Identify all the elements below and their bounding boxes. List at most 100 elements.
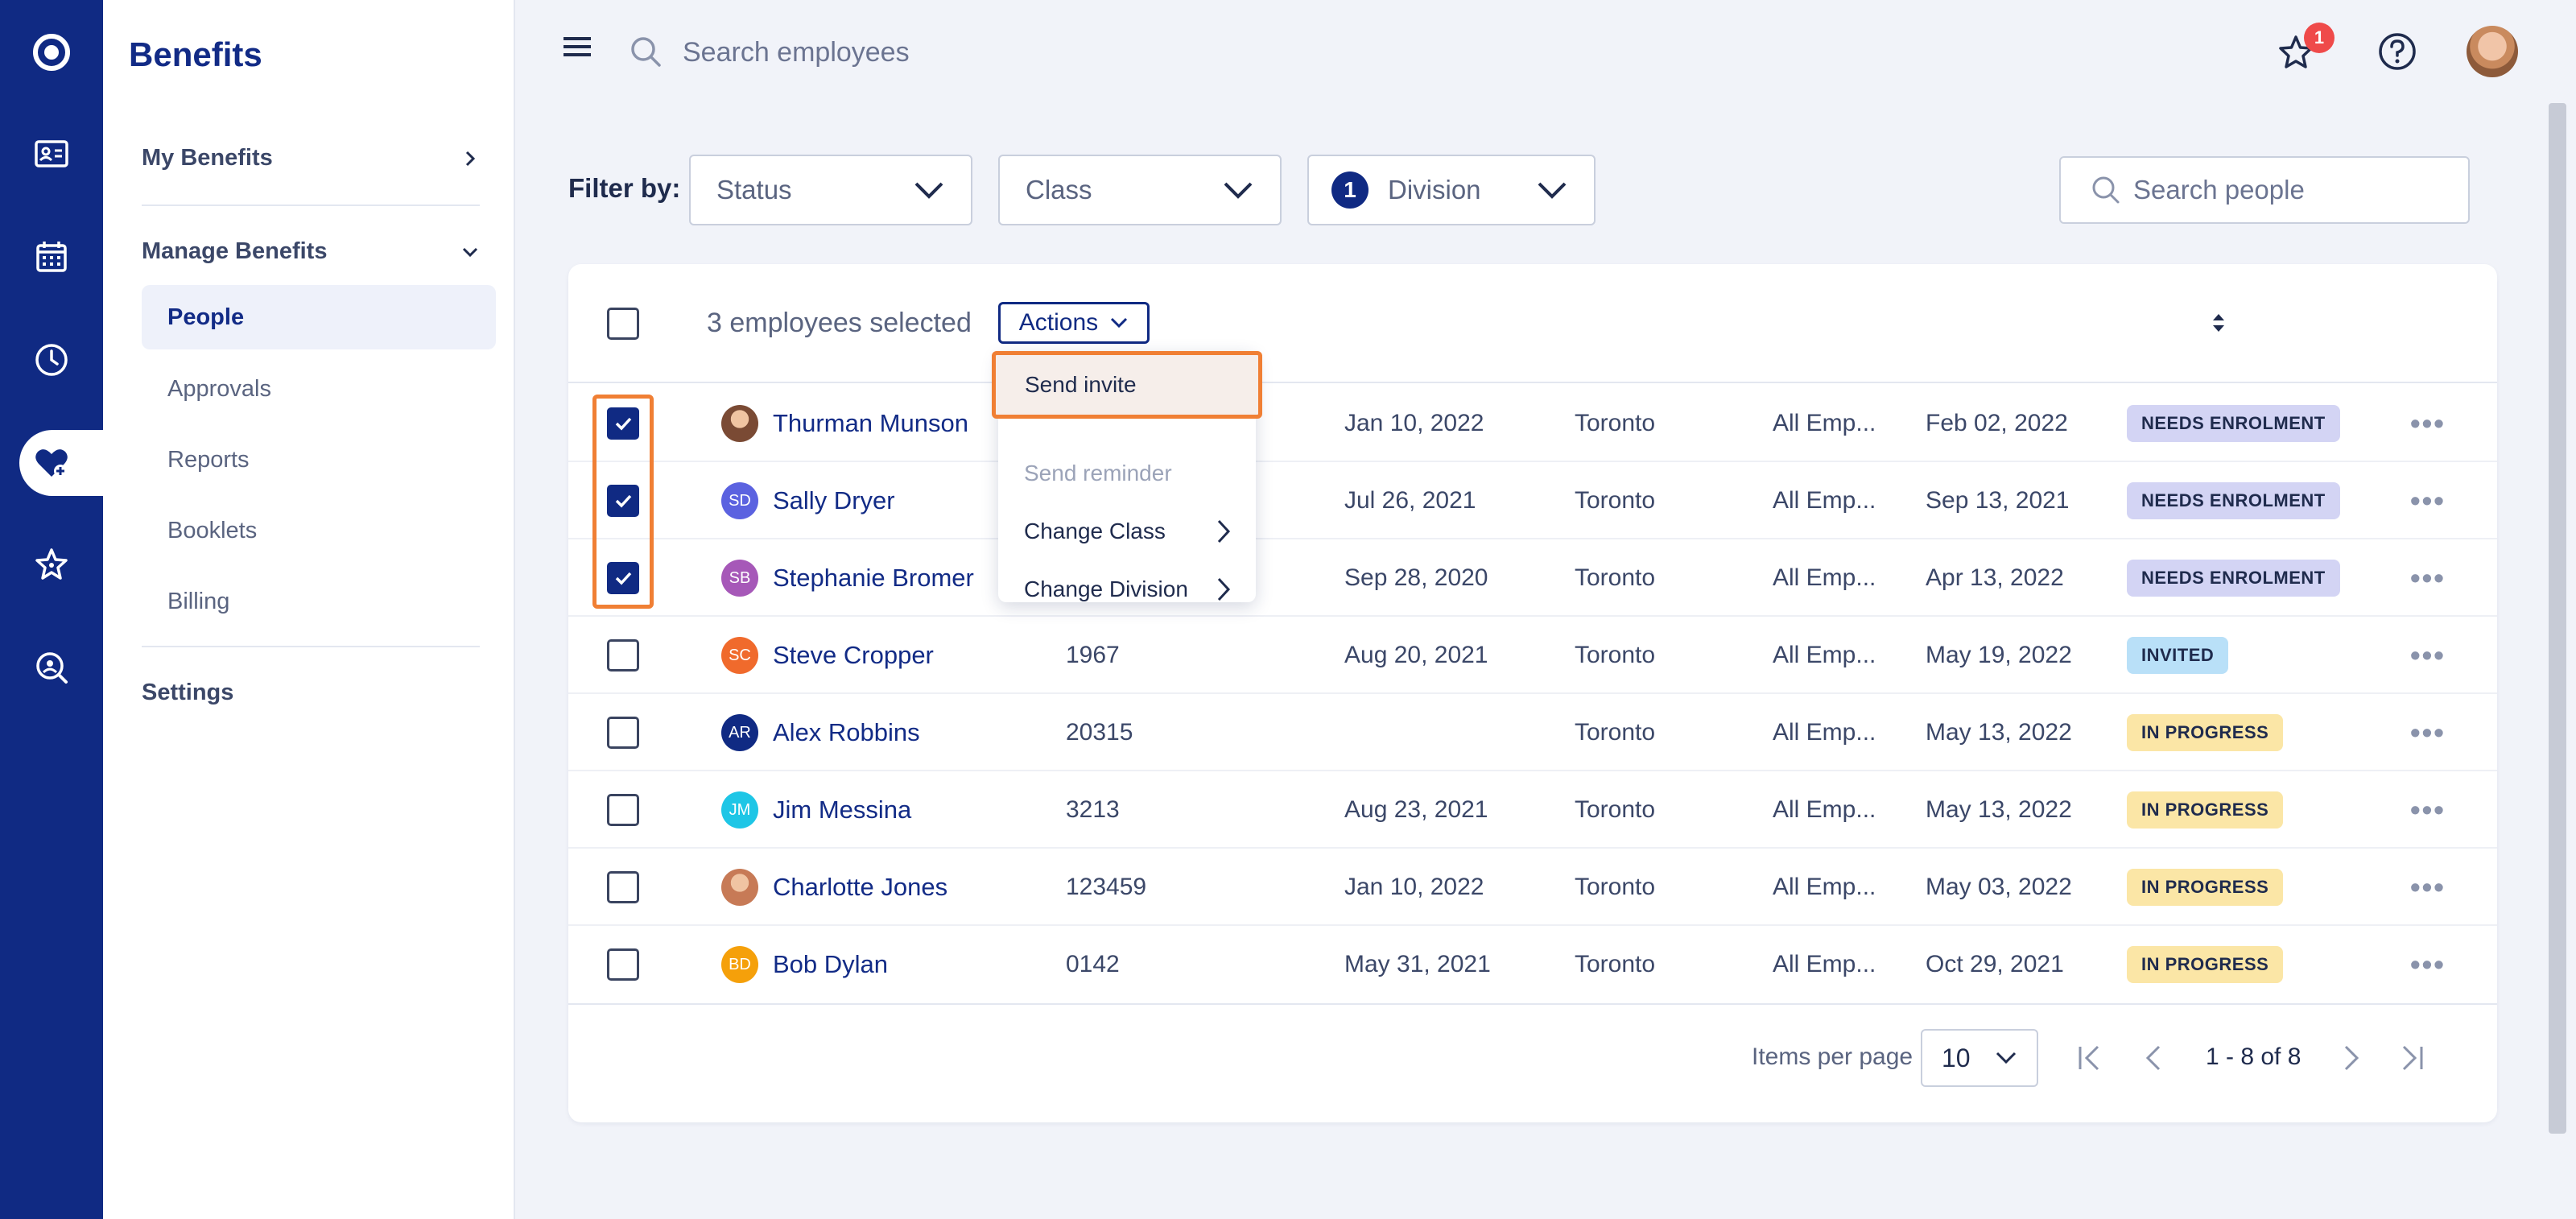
row-checkbox[interactable]	[607, 717, 639, 749]
table-row[interactable]: Thurman Munson Jan 10, 2022 Toronto All Emp…	[568, 385, 2497, 462]
status-badge: NEEDS ENROLMENT	[2127, 482, 2340, 519]
status-badge: IN PROGRESS	[2127, 946, 2284, 983]
menu-item-change-division[interactable]: Change Division	[998, 560, 1256, 618]
menu-item-send-invite[interactable]: Send invite	[992, 351, 1262, 419]
sidebar-item-my-benefits[interactable]: My Benefits	[142, 145, 480, 171]
row-checkbox[interactable]	[607, 794, 639, 826]
employee-search-input[interactable]	[683, 31, 1166, 74]
employee-name-link[interactable]: Steve Cropper	[773, 641, 934, 670]
sidebar-item-label: My Benefits	[142, 145, 273, 171]
chevron-right-icon	[1217, 577, 1231, 601]
row-more-options-icon[interactable]: •••	[2410, 771, 2446, 849]
table-row[interactable]: SD Sally Dryer Jul 26, 2021 Toronto All Emp.…	[568, 462, 2497, 539]
employee-name-link[interactable]: Stephanie Bromer	[773, 564, 974, 593]
sidebar-item-manage-benefits[interactable]: Manage Benefits	[142, 238, 480, 265]
employee-card-icon[interactable]	[0, 121, 103, 187]
employee-id: 0142	[1066, 951, 1120, 977]
table-row[interactable]: SC Steve Cropper 1967 Aug 20, 2021 Toronto Al…	[568, 617, 2497, 694]
menu-item-label: Send invite	[1025, 372, 1137, 397]
chevron-down-icon	[1224, 182, 1253, 199]
calendar-icon[interactable]	[0, 224, 103, 290]
employee-avatar: AR	[721, 714, 758, 751]
sidebar-item-billing[interactable]: Billing	[142, 569, 496, 634]
people-search-box[interactable]	[2059, 156, 2470, 224]
location: Toronto	[1575, 410, 1656, 436]
previous-page-icon[interactable]	[2138, 1042, 2170, 1074]
table-row[interactable]: SB Stephanie Bromer Sep 28, 2020 Toronto All…	[568, 539, 2497, 617]
menu-item-label: Send reminder	[1024, 461, 1172, 486]
actions-button[interactable]: Actions	[998, 302, 1150, 344]
sort-icon[interactable]	[2209, 311, 2228, 335]
employee-avatar: BD	[721, 946, 758, 983]
row-more-options-icon[interactable]: •••	[2410, 926, 2446, 1003]
row-more-options-icon[interactable]: •••	[2410, 849, 2446, 926]
next-page-icon[interactable]	[2334, 1042, 2367, 1074]
class-filter-dropdown[interactable]: Class	[998, 155, 1282, 225]
clock-icon[interactable]	[0, 327, 103, 393]
class-filter-label: Class	[1026, 175, 1092, 205]
items-per-page-select[interactable]: 10	[1921, 1029, 2038, 1087]
hire-date: Jul 26, 2021	[1344, 487, 1476, 514]
employee-class: All Emp...	[1773, 951, 1876, 977]
sidebar-item-settings[interactable]: Settings	[142, 680, 480, 706]
sidebar-divider	[142, 205, 480, 206]
user-avatar[interactable]	[2467, 26, 2518, 77]
table-header-divider	[568, 382, 2497, 383]
row-checkbox[interactable]	[607, 871, 639, 903]
hire-date: Jan 10, 2022	[1344, 874, 1484, 900]
star-icon[interactable]	[0, 531, 103, 597]
row-checkbox[interactable]	[607, 948, 639, 981]
employee-class: All Emp...	[1773, 874, 1876, 900]
row-checkbox[interactable]	[607, 639, 639, 671]
status-filter-dropdown[interactable]: Status	[689, 155, 972, 225]
search-icon	[2092, 176, 2120, 204]
filter-label: Filter by:	[568, 173, 681, 203]
table-row[interactable]: BD Bob Dylan 0142 May 31, 2021 Toronto All Em…	[568, 926, 2497, 1003]
sidebar-item-people[interactable]: People	[142, 285, 496, 349]
table-row[interactable]: AR Alex Robbins 20315 Toronto All Emp... May …	[568, 694, 2497, 771]
last-page-icon[interactable]	[2396, 1042, 2428, 1074]
employee-name-link[interactable]: Bob Dylan	[773, 950, 888, 979]
employee-id: 3213	[1066, 796, 1120, 823]
employee-name-link[interactable]: Jim Messina	[773, 795, 911, 824]
hamburger-menu-icon[interactable]	[564, 35, 591, 58]
table-row[interactable]: Charlotte Jones 123459 Jan 10, 2022 Toronto…	[568, 849, 2497, 926]
actions-button-label: Actions	[1018, 309, 1099, 336]
employee-name-link[interactable]: Alex Robbins	[773, 718, 920, 747]
menu-item-send-reminder[interactable]: Send reminder	[998, 444, 1256, 502]
benefits-heart-icon[interactable]	[19, 430, 103, 496]
row-more-options-icon[interactable]: •••	[2410, 462, 2446, 539]
last-updated: Sep 13, 2021	[1926, 487, 2070, 514]
people-search-input[interactable]	[2133, 175, 2439, 205]
last-updated: May 19, 2022	[1926, 642, 2072, 668]
sidebar-item-approvals[interactable]: Approvals	[142, 357, 496, 421]
chevron-down-icon	[462, 247, 478, 257]
row-more-options-icon[interactable]: •••	[2410, 385, 2446, 462]
row-more-options-icon[interactable]: •••	[2410, 617, 2446, 694]
search-icon	[631, 37, 661, 67]
sidebar-divider	[142, 646, 480, 647]
help-icon[interactable]	[2376, 31, 2418, 72]
table-row[interactable]: JM Jim Messina 3213 Aug 23, 2021 Toronto All …	[568, 771, 2497, 849]
employee-name-link[interactable]: Thurman Munson	[773, 409, 968, 438]
location: Toronto	[1575, 642, 1656, 668]
first-page-icon[interactable]	[2074, 1042, 2106, 1074]
employee-name-link[interactable]: Charlotte Jones	[773, 873, 947, 902]
last-updated: Apr 13, 2022	[1926, 564, 2064, 591]
employee-avatar	[721, 405, 758, 442]
sidebar-item-booklets[interactable]: Booklets	[142, 498, 496, 563]
menu-item-change-class[interactable]: Change Class	[998, 502, 1256, 560]
sidebar-item-reports[interactable]: Reports	[142, 428, 496, 492]
employee-id: 123459	[1066, 874, 1147, 900]
last-updated: Feb 02, 2022	[1926, 410, 2068, 436]
search-person-icon[interactable]	[0, 634, 103, 700]
employee-class: All Emp...	[1773, 410, 1876, 436]
row-more-options-icon[interactable]: •••	[2410, 539, 2446, 617]
employee-name-link[interactable]: Sally Dryer	[773, 486, 895, 515]
app-logo-icon[interactable]	[0, 19, 103, 85]
row-more-options-icon[interactable]: •••	[2410, 694, 2446, 771]
division-filter-dropdown[interactable]: 1 Division	[1307, 155, 1596, 225]
select-all-checkbox[interactable]	[607, 308, 639, 340]
page-scrollbar[interactable]	[2549, 103, 2566, 1134]
chevron-down-icon	[1111, 317, 1128, 329]
